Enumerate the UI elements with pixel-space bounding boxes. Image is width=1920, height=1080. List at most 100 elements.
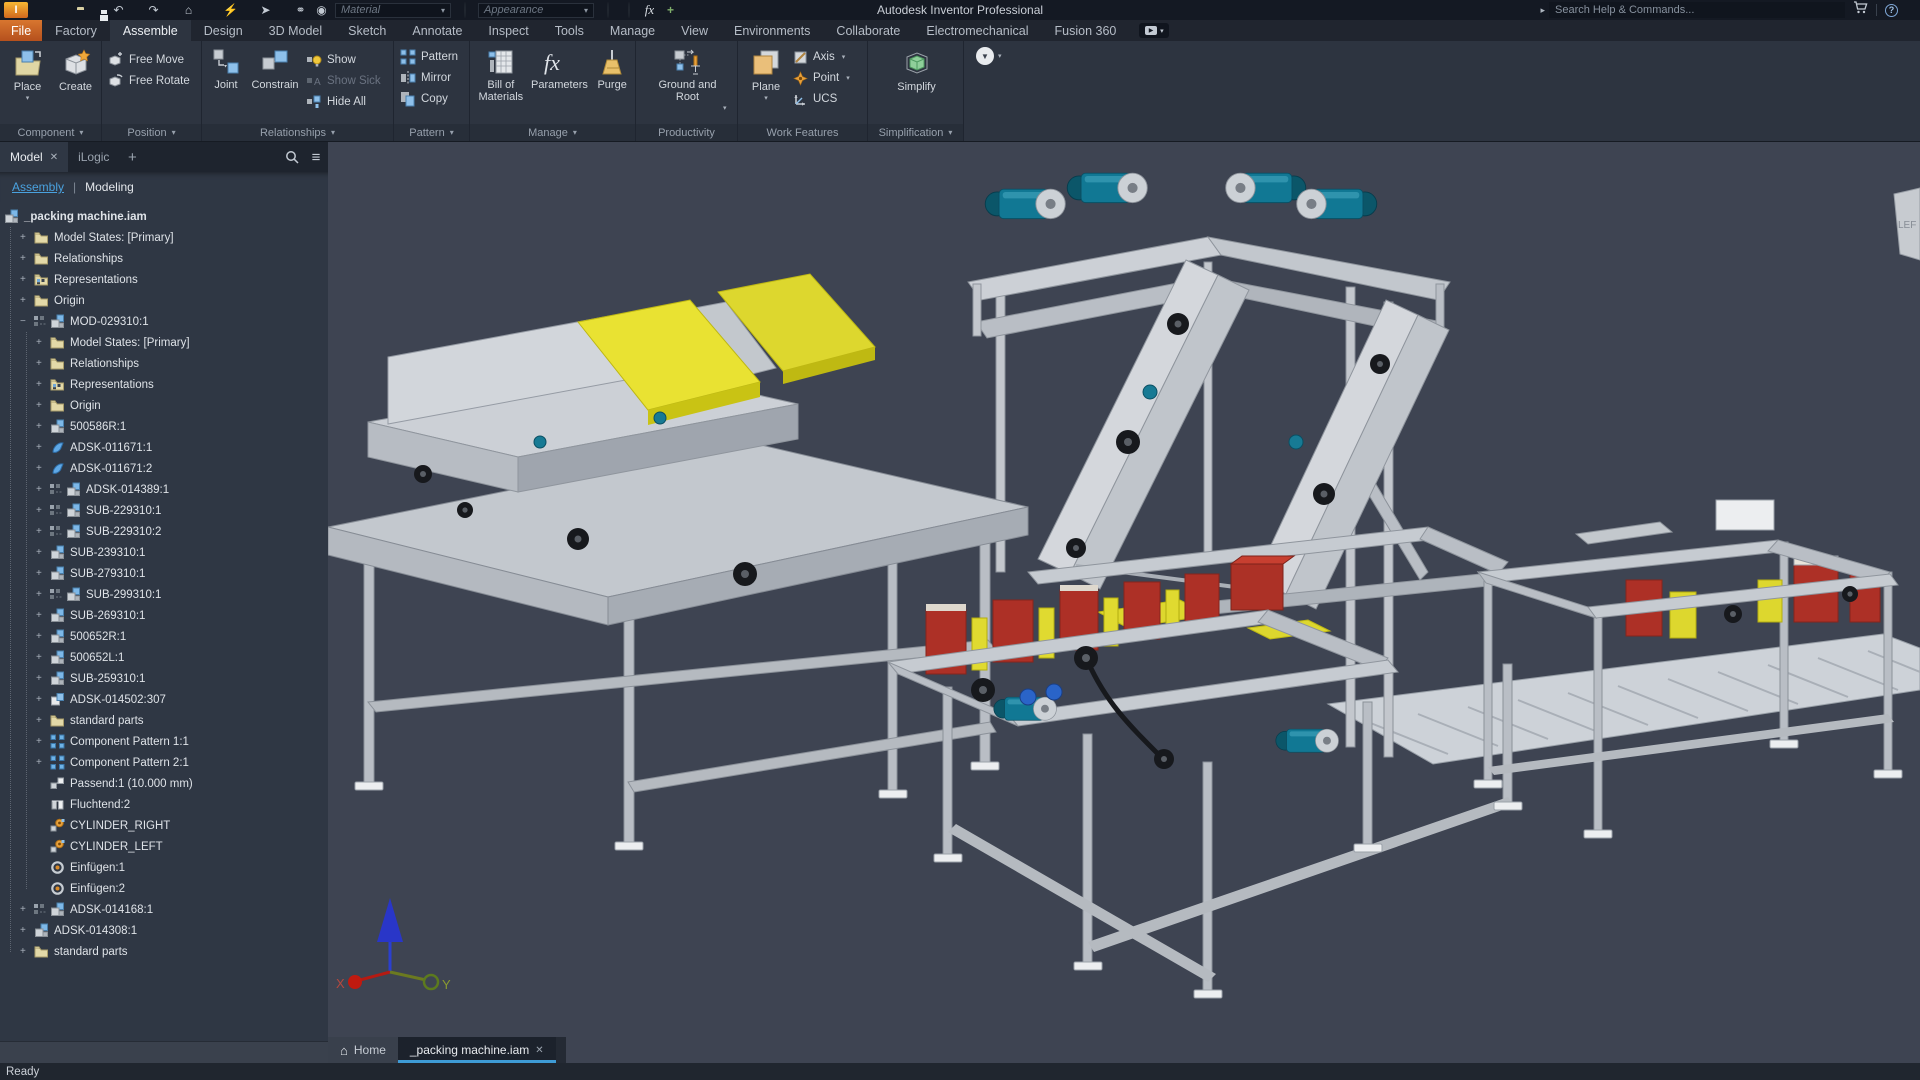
ribbon-tab-annotate[interactable]: Annotate	[399, 20, 475, 41]
tree-expander[interactable]: +	[36, 736, 50, 747]
tree-item[interactable]: +standard parts	[0, 941, 328, 962]
tree-item[interactable]: +Component Pattern 1:1	[0, 731, 328, 752]
ribbon-tab-environments[interactable]: Environments	[721, 20, 823, 41]
browser-tab-ilogic[interactable]: iLogic	[68, 142, 119, 172]
tree-item[interactable]: +500586R:1	[0, 416, 328, 437]
tree-expander[interactable]: +	[36, 694, 50, 705]
assembly-subtab[interactable]: Assembly	[12, 180, 64, 194]
render-icon[interactable]: ◉	[314, 2, 329, 18]
tree-item[interactable]: +Origin	[0, 290, 328, 311]
tree-item[interactable]: Passend:1 (10.000 mm)	[0, 773, 328, 794]
ribbon-tab-sketch[interactable]: Sketch	[335, 20, 399, 41]
constrain-button[interactable]: Constrain	[249, 44, 301, 124]
place-button[interactable]: Place▾	[6, 44, 49, 124]
color-wheel-icon[interactable]	[457, 2, 472, 18]
tree-item[interactable]: +500652R:1	[0, 626, 328, 647]
copy-button[interactable]: Copy	[400, 90, 458, 108]
ribbon-tab-collaborate[interactable]: Collaborate	[823, 20, 913, 41]
tree-item[interactable]: Einfügen:1	[0, 857, 328, 878]
simplify-button[interactable]: Simplify	[889, 44, 945, 124]
productivity-group-label[interactable]: Productivity	[636, 124, 737, 141]
view-cube[interactable]: LEF	[1894, 188, 1920, 260]
tree-expander[interactable]: +	[36, 757, 50, 768]
packing-machine-model[interactable]: X Y LEF	[328, 142, 1920, 1063]
tree-expander[interactable]: +	[36, 568, 50, 579]
ribbon-tab-view[interactable]: View	[668, 20, 721, 41]
inventor-logo[interactable]: I	[4, 2, 28, 18]
tree-expander[interactable]: +	[20, 274, 34, 285]
tree-expander[interactable]: +	[20, 232, 34, 243]
ucs-button[interactable]: UCS	[793, 90, 850, 108]
tree-item[interactable]: +Relationships	[0, 248, 328, 269]
redo-icon[interactable]: ↷	[146, 2, 161, 18]
tree-item[interactable]: +ADSK-014308:1	[0, 920, 328, 941]
search-expand-icon[interactable]: ▸	[1540, 5, 1545, 16]
tree-item[interactable]: +SUB-299310:1	[0, 584, 328, 605]
pattern-button[interactable]: Pattern	[400, 48, 458, 66]
ribbon-tab-factory[interactable]: Factory	[42, 20, 110, 41]
tree-expander[interactable]: +	[36, 631, 50, 642]
tree-item[interactable]: Fluchtend:2	[0, 794, 328, 815]
tree-expander[interactable]: +	[20, 253, 34, 264]
show-button[interactable]: Show	[306, 51, 381, 69]
free-move-button[interactable]: Free Move	[108, 51, 190, 69]
tree-expander[interactable]: +	[36, 442, 50, 453]
tree-item[interactable]: +SUB-279310:1	[0, 563, 328, 584]
tree-item[interactable]: +Component Pattern 2:1	[0, 752, 328, 773]
adjust-appearance-icon[interactable]	[600, 2, 615, 18]
tree-item[interactable]: +Relationships	[0, 353, 328, 374]
ribbon-tab-3d-model[interactable]: 3D Model	[256, 20, 336, 41]
tree-item[interactable]: +500652L:1	[0, 647, 328, 668]
ribbon-collapse-button[interactable]: ▼	[976, 47, 994, 65]
close-tab-icon[interactable]: ✕	[50, 152, 58, 163]
ribbon-tab-tools[interactable]: Tools	[542, 20, 597, 41]
plane-button[interactable]: Plane▾	[744, 44, 788, 124]
appearance-combo[interactable]: Appearance▾	[478, 3, 594, 18]
free-rotate-button[interactable]: Free Rotate	[108, 72, 190, 90]
tree-item[interactable]: CYLINDER_RIGHT	[0, 815, 328, 836]
point-button[interactable]: Point▾	[793, 69, 850, 87]
help-search-input[interactable]	[1549, 2, 1845, 18]
browser-menu-icon[interactable]: ≡	[304, 142, 328, 172]
tree-item[interactable]: +SUB-229310:1	[0, 500, 328, 521]
tree-item[interactable]: +SUB-259310:1	[0, 668, 328, 689]
tree-item[interactable]: +Representations	[0, 374, 328, 395]
store-cart-icon[interactable]	[1853, 1, 1868, 19]
bom-button[interactable]: Bill of Materials	[476, 44, 526, 124]
tree-item[interactable]: +Model States: [Primary]	[0, 332, 328, 353]
tree-item[interactable]: +ADSK-011671:2	[0, 458, 328, 479]
hide-all-button[interactable]: Hide All	[306, 93, 381, 111]
video-tutorials-button[interactable]: ▶ ▾	[1139, 23, 1169, 38]
tree-item[interactable]: +ADSK-014502:307	[0, 689, 328, 710]
joint-button[interactable]: Joint	[208, 44, 244, 124]
browser-scrollbar[interactable]	[0, 1041, 328, 1063]
tree-expander[interactable]: +	[36, 505, 50, 516]
tree-item[interactable]: −MOD-029310:1	[0, 311, 328, 332]
tree-expander[interactable]: +	[36, 400, 50, 411]
tree-item[interactable]: +Model States: [Primary]	[0, 227, 328, 248]
tree-item[interactable]: +Origin	[0, 395, 328, 416]
ribbon-tab-inspect[interactable]: Inspect	[475, 20, 541, 41]
tree-item[interactable]: +SUB-239310:1	[0, 542, 328, 563]
parameters-icon[interactable]: fx	[642, 2, 657, 18]
show-sick-button[interactable]: A Show Sick	[306, 72, 381, 90]
tree-expander[interactable]: +	[36, 337, 50, 348]
tree-item[interactable]: +Representations	[0, 269, 328, 290]
tree-item[interactable]: +ADSK-014389:1	[0, 479, 328, 500]
tree-expander[interactable]: +	[36, 358, 50, 369]
add-qat-icon[interactable]: +	[663, 2, 678, 18]
viewport-3d[interactable]: X Y LEF ⌂Home_packing machine.iam✕	[328, 142, 1920, 1063]
browser-tab-model[interactable]: Model✕	[0, 142, 68, 172]
tree-item[interactable]: +SUB-269310:1	[0, 605, 328, 626]
help-icon[interactable]: ?	[1885, 4, 1898, 17]
select-icon[interactable]: ➤	[258, 2, 273, 18]
add-browser-tab-button[interactable]: +	[119, 142, 145, 172]
tree-expander[interactable]: +	[36, 652, 50, 663]
tweak-icon[interactable]: ⚭	[293, 2, 308, 18]
tree-expander[interactable]: +	[36, 379, 50, 390]
component-group-label[interactable]: Component▾	[0, 124, 101, 141]
ribbon-tab-manage[interactable]: Manage	[597, 20, 668, 41]
tree-item[interactable]: +ADSK-011671:1	[0, 437, 328, 458]
close-document-icon[interactable]: ✕	[535, 1045, 543, 1056]
tree-expander[interactable]: +	[20, 904, 34, 915]
